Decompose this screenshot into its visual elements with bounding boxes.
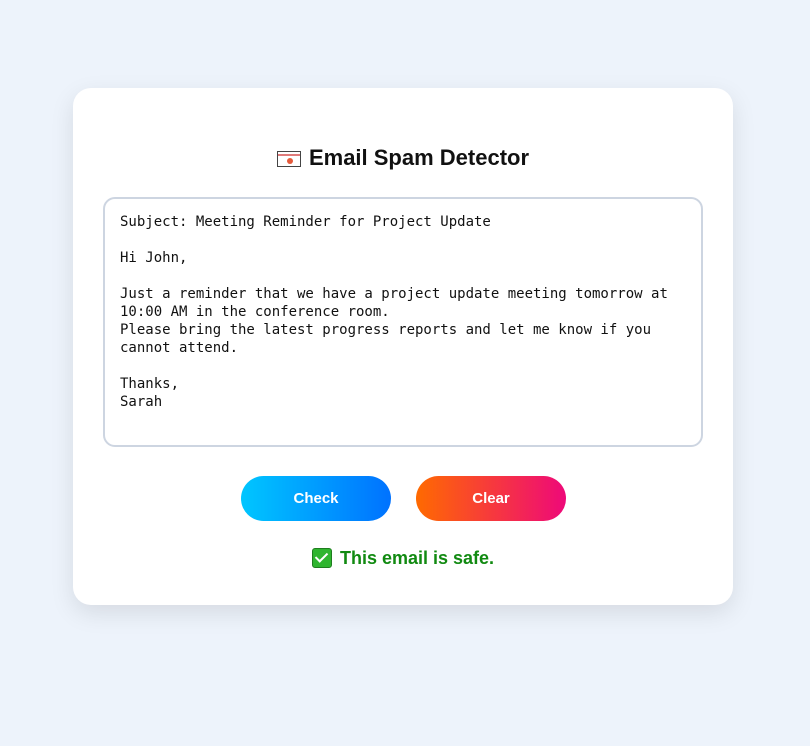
result-message: This email is safe. — [73, 547, 733, 569]
detector-card: Email Spam Detector Check Clear This ema… — [73, 88, 733, 605]
clear-button[interactable]: Clear — [416, 476, 566, 521]
page-title-text: Email Spam Detector — [308, 145, 530, 170]
result-text: This email is safe. — [339, 548, 495, 568]
page-title: Email Spam Detector — [73, 144, 733, 172]
email-text-input[interactable] — [103, 197, 703, 447]
check-mark-icon — [311, 548, 332, 568]
check-button[interactable]: Check — [241, 476, 391, 521]
envelope-icon — [276, 150, 301, 167]
